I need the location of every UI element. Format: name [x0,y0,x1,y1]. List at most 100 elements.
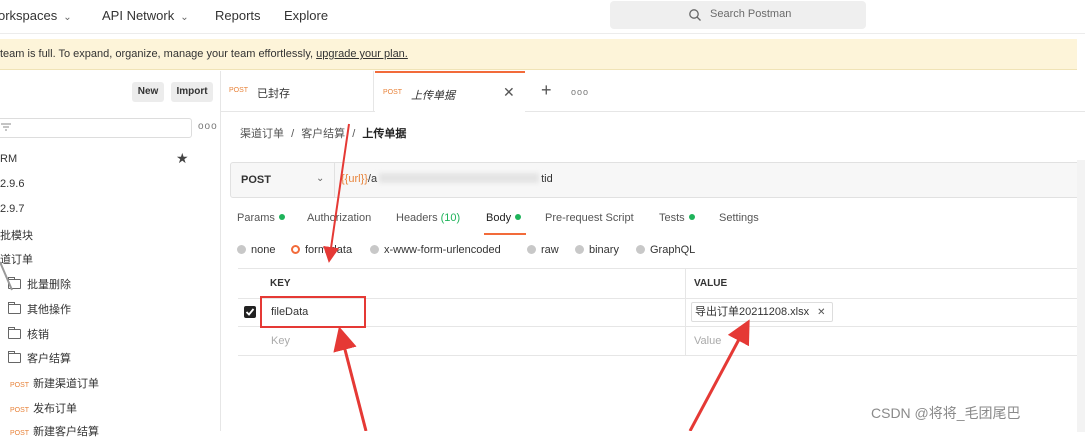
search-box[interactable]: Search Postman [610,1,866,29]
request-item[interactable]: POST 新建客户结算 [10,423,99,439]
body-type-label: none [251,244,276,256]
radio-icon [575,245,584,254]
reports-link[interactable]: Reports [215,8,261,23]
banner-text: team is full. To expand, organize, manag… [0,48,408,60]
breadcrumb-separator: / [291,128,295,140]
folder-icon [8,327,21,339]
folder-label: 客户结算 [27,353,71,365]
sidebar-item[interactable]: 2.9.6 [0,178,24,190]
folder-item[interactable]: 客户结算 [8,350,71,366]
radio-icon [237,245,246,254]
value-column-header: VALUE [694,278,728,289]
sidebar: New Import ooo RM ★ 2.9.6 2.9.7 批模块 道订单 … [0,71,221,438]
folder-item[interactable]: 批量删除 [8,276,71,292]
key-input[interactable]: Key [271,335,290,347]
breadcrumb-current: 上传单据 [362,128,407,140]
add-tab-icon[interactable]: + [541,80,552,101]
folder-icon [8,302,21,314]
headers-count: (10) [440,212,461,224]
tab-archived[interactable]: POST 已封存 [221,71,374,111]
column-divider [685,269,686,298]
folder-icon [8,351,21,363]
chevron-down-icon: ⌄ [180,12,189,23]
top-navigation: orkspaces ⌄ API Network ⌄ Reports Explore … [0,0,1085,34]
body-type-graphql[interactable]: GraphQL [636,244,695,256]
explore-link[interactable]: Explore [284,8,328,23]
body-type-binary[interactable]: binary [575,244,619,256]
tab-prerequest-script[interactable]: Pre-request Script [545,212,634,224]
value-input[interactable]: Value [694,335,721,347]
tab-params[interactable]: Params [237,212,285,224]
tab-body[interactable]: Body [486,212,522,224]
radio-selected-icon [291,245,300,254]
body-type-label: form-data [305,244,353,256]
body-type-raw[interactable]: raw [527,244,559,256]
request-label: 新建渠道订单 [33,378,100,390]
file-chip[interactable]: 导出订单20211208.xlsx ✕ [691,302,833,322]
method-select[interactable]: POST ⌄ [231,163,335,197]
url-variable: {{url}} [341,173,368,185]
tab-authorization[interactable]: Authorization [307,212,371,224]
request-item[interactable]: POST 新建渠道订单 [10,375,99,391]
tab-upload-document[interactable]: POST 上传单据 ✕ [375,71,525,113]
tab-headers[interactable]: Headers (10) [396,212,460,224]
search-icon [689,9,701,21]
folder-item[interactable]: 其他操作 [8,301,71,317]
sidebar-item[interactable]: 2.9.7 [0,203,24,215]
remove-file-icon[interactable]: ✕ [817,307,825,318]
chevron-down-icon: ⌄ [63,12,72,23]
body-type-label: GraphQL [650,244,696,256]
folder-label: 批量删除 [27,279,71,291]
banner-message: team is full. To expand, organize, manag… [0,48,317,60]
new-button[interactable]: New [132,82,164,102]
import-button[interactable]: Import [171,82,213,102]
upgrade-plan-link[interactable]: upgrade your plan. [316,48,408,60]
request-label: 新建客户结算 [33,426,100,438]
team-full-banner: team is full. To expand, organize, manag… [0,39,1077,70]
request-url-bar: POST ⌄ {{url}}/a tid [230,162,1085,198]
column-divider [685,326,686,355]
folder-icon [8,277,21,289]
table-row-empty: Key Value [238,326,1085,356]
body-type-label: x-www-form-urlencoded [384,244,501,256]
body-type-urlencoded[interactable]: x-www-form-urlencoded [370,244,501,256]
folder-item[interactable]: 核销 [8,326,49,342]
watermark: CSDN @将将_毛团尾巴 [871,405,1021,421]
folder-label: 其他操作 [27,304,71,316]
sidebar-item[interactable]: 道订单 [0,251,33,267]
radio-icon [636,245,645,254]
more-options-icon[interactable]: ooo [571,87,589,97]
blurred-url [379,173,540,183]
checkmark-icon [245,308,255,316]
close-icon[interactable]: ✕ [503,84,515,101]
workspaces-menu[interactable]: orkspaces ⌄ [0,8,72,23]
filter-input[interactable] [0,118,192,138]
sidebar-item[interactable]: RM [0,153,17,165]
tab-label: Params [237,212,275,224]
url-path: /a [367,173,378,185]
row-enabled-checkbox[interactable] [244,306,256,318]
tab-tests[interactable]: Tests [659,212,695,224]
request-label: 发布订单 [33,403,78,415]
method-tag: POST [10,407,30,414]
scroll-gutter [1077,160,1085,432]
more-options-icon[interactable]: ooo [198,121,218,132]
body-type-form-data[interactable]: form-data [291,244,352,256]
radio-icon [370,245,379,254]
sidebar-item[interactable]: 批模块 [0,227,33,243]
search-placeholder: Search Postman [710,8,792,20]
body-type-none[interactable]: none [237,244,275,256]
breadcrumb-item[interactable]: 客户结算 [301,128,345,140]
method-value: POST [241,174,271,186]
status-dot [515,214,522,220]
folder-label: 核销 [27,329,49,341]
star-icon[interactable]: ★ [176,150,189,167]
tab-settings[interactable]: Settings [719,212,759,224]
breadcrumb-item[interactable]: 渠道订单 [240,128,284,140]
method-tag: POST [10,382,30,389]
url-input[interactable]: {{url}}/a tid [341,173,553,185]
body-type-label: binary [589,244,619,256]
request-item[interactable]: POST 发布订单 [10,400,77,416]
api-network-menu[interactable]: API Network ⌄ [102,8,189,23]
column-divider [685,297,686,326]
